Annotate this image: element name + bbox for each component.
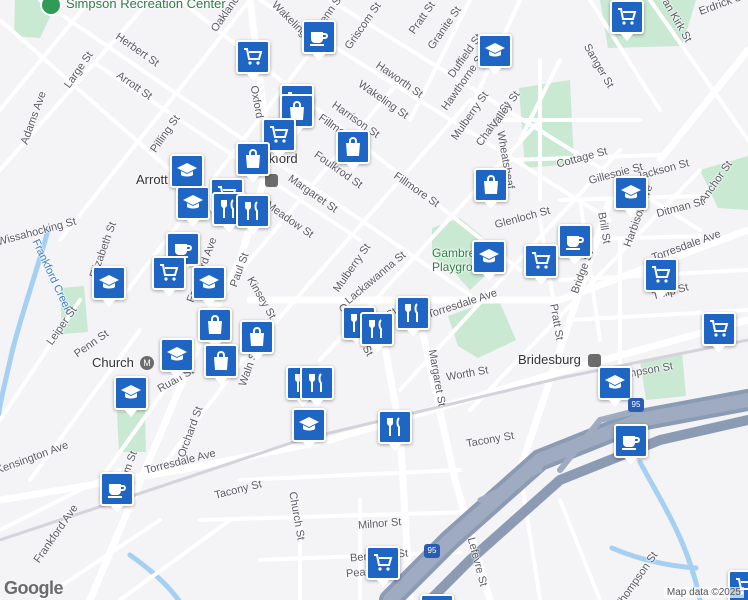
train-station-icon[interactable] [588,354,601,367]
place-label-bridesburg: Bridesburg [518,352,581,367]
poi-pin-fork-knife-icon[interactable] [360,312,394,353]
poi-pin-graduation-cap-icon[interactable] [614,176,648,217]
poi-pin-shopping-cart-icon[interactable] [420,594,454,600]
poi-pin-graduation-cap-icon[interactable] [192,266,226,307]
poi-pin-fork-knife-icon[interactable] [378,410,412,451]
poi-pin-graduation-cap-icon[interactable] [478,34,512,75]
poi-pin-shopping-cart-icon[interactable] [366,546,400,587]
poi-pin-shopping-cart-icon[interactable] [236,40,270,81]
poi-pin-graduation-cap-icon[interactable] [114,376,148,417]
poi-pin-graduation-cap-icon[interactable] [292,408,326,449]
poi-pin-graduation-cap-icon[interactable] [176,186,210,227]
poi-pin-fork-knife-icon[interactable] [300,366,334,407]
poi-pin-shopping-bag-icon[interactable] [240,320,274,361]
interstate-95-shield-icon: 95 [628,398,644,412]
poi-pin-coffee-cup-icon[interactable] [558,224,592,265]
poi-pin-graduation-cap-icon[interactable] [472,240,506,281]
poi-pin-coffee-cup-icon[interactable] [302,20,336,61]
google-logo: Google [4,578,64,598]
map-canvas[interactable]: Simpson Recreation Center Frankford Brid… [0,0,748,600]
map-attribution[interactable]: Map data ©2025 [663,587,744,598]
poi-pin-coffee-cup-icon[interactable] [100,472,134,513]
train-station-icon[interactable]: M [140,356,154,370]
poi-pin-shopping-bag-icon[interactable] [236,142,270,183]
poi-pin-graduation-cap-icon[interactable] [92,266,126,307]
poi-pin-shopping-bag-icon[interactable] [336,130,370,171]
poi-pin-shopping-cart-icon[interactable] [702,312,736,353]
interstate-95-shield-icon: 95 [424,544,440,558]
poi-pin-shopping-cart-icon[interactable] [152,256,186,297]
poi-pin-shopping-bag-icon[interactable] [474,168,508,209]
poi-pin-graduation-cap-icon[interactable] [160,338,194,379]
poi-pin-shopping-bag-icon[interactable] [198,308,232,349]
poi-pin-shopping-cart-icon[interactable] [644,258,678,299]
poi-pin-shopping-bag-icon[interactable] [204,344,238,385]
poi-pin-shopping-cart-icon[interactable] [524,244,558,285]
place-label-arrott: Arrott [136,172,168,187]
poi-pin-shopping-cart-icon[interactable] [610,0,644,41]
poi-pin-graduation-cap-icon[interactable] [170,154,204,195]
place-label-simpson: Simpson Recreation Center [66,0,226,11]
place-label-church: Church [92,355,134,370]
poi-pin-fork-knife-icon[interactable] [236,194,270,235]
poi-pin-fork-knife-icon[interactable] [396,296,430,337]
poi-pin-graduation-cap-icon[interactable] [598,366,632,407]
poi-pin-coffee-cup-icon[interactable] [614,424,648,465]
